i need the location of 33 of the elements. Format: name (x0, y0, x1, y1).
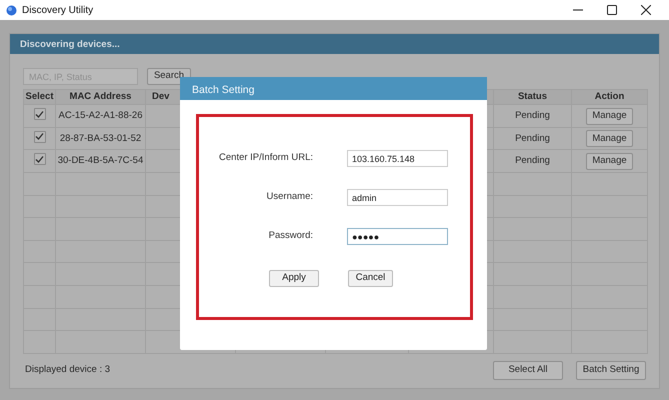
cancel-button[interactable]: Cancel (348, 270, 393, 287)
password-field[interactable]: ●●●●● (347, 228, 448, 245)
column-header: Select (24, 90, 56, 105)
status-text: Pending (515, 155, 550, 166)
checkbox[interactable] (34, 130, 46, 143)
maximize-icon (607, 5, 617, 15)
status-text: Pending (515, 132, 550, 144)
mac-address: AC-15-A2-A1-88-26 (58, 110, 142, 121)
app-icon (6, 4, 17, 16)
batch-setting-button[interactable]: Batch Setting (576, 360, 646, 380)
manage-button[interactable]: Manage (586, 108, 633, 125)
field-label: Username: (266, 190, 313, 204)
column-header: Status (494, 90, 572, 105)
window-title: Discovery Utility (22, 4, 94, 18)
column-header: MAC Address (56, 90, 146, 105)
url-field[interactable]: 103.160.75.148 (347, 150, 448, 167)
mac-address: 30-DE-4B-5A-7C-54 (58, 155, 144, 166)
checkbox[interactable] (34, 153, 46, 166)
field-label: Center IP/Inform URL: (218, 151, 313, 166)
select-all-button[interactable]: Select All (493, 360, 563, 380)
mac-address: 28-87-BA-53-01-52 (60, 132, 142, 144)
manage-button[interactable]: Manage (586, 130, 633, 148)
status-text: Pending (515, 110, 550, 121)
dialog-title: Batch Setting (180, 77, 487, 100)
apply-button[interactable]: Apply (269, 270, 319, 287)
manage-button[interactable]: Manage (586, 152, 633, 170)
field-label: Password: (268, 229, 313, 244)
checkbox[interactable] (34, 108, 46, 120)
panel-header: Discovering devices... (10, 34, 659, 54)
close-icon (641, 5, 651, 15)
column-header: Action (572, 90, 648, 105)
username-field[interactable]: admin (347, 189, 448, 206)
device-count: Displayed device : 3 (24, 363, 110, 378)
